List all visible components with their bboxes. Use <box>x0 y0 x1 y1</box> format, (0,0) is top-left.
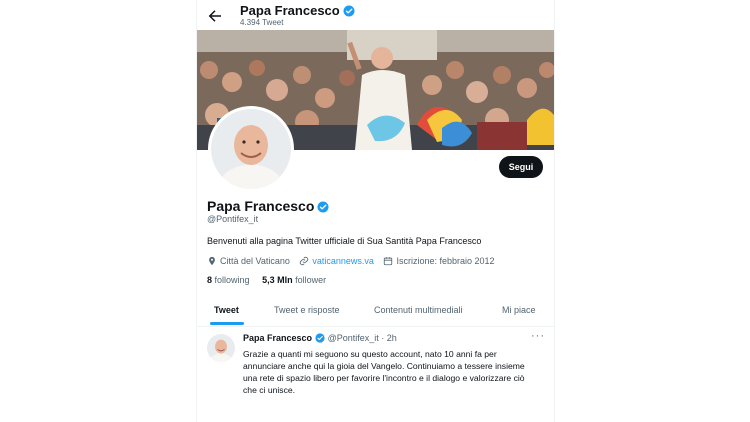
website-link[interactable]: vaticannews.va <box>312 256 374 266</box>
tweet-header: Papa Francesco @Pontifex_it · 2h <box>243 333 397 343</box>
tweet-author-name[interactable]: Papa Francesco <box>243 333 312 343</box>
profile-avatar[interactable] <box>208 106 294 192</box>
website-item[interactable]: vaticannews.va <box>299 256 374 266</box>
calendar-icon <box>384 257 393 266</box>
profile-stats: 8 following 5,3 Mln follower <box>207 275 326 285</box>
avatar-portrait-image <box>211 109 291 189</box>
profile-handle: @Pontifex_it <box>207 214 259 224</box>
tweet-avatar[interactable] <box>207 334 235 362</box>
following-link[interactable]: 8 following <box>207 275 250 285</box>
header-name: Papa Francesco <box>240 3 355 18</box>
profile-column: Papa Francesco 4.394 Tweet Segui Papa Fr… <box>196 0 555 422</box>
followers-link[interactable]: 5,3 Mln follower <box>262 275 326 285</box>
profile-name: Papa Francesco <box>207 198 329 214</box>
tab-tweet[interactable]: Tweet <box>214 305 239 315</box>
more-options-icon[interactable]: ··· <box>531 330 545 342</box>
tab-contenuti-multimediali[interactable]: Contenuti multimediali <box>374 305 463 315</box>
back-arrow-icon[interactable] <box>206 7 224 25</box>
joined-item: Iscrizione: febbraio 2012 <box>383 256 495 266</box>
tab-tweet-e-risposte[interactable]: Tweet e risposte <box>274 305 340 315</box>
verified-badge-icon <box>317 201 329 213</box>
profile-tabs: Tweet Tweet e risposte Contenuti multime… <box>197 296 554 327</box>
location-pin-icon <box>209 256 215 266</box>
profile-bio: Benvenuti alla pagina Twitter ufficiale … <box>207 236 482 246</box>
active-tab-indicator <box>210 322 244 325</box>
tweet-text: Grazie a quanti mi seguono su questo acc… <box>243 349 525 395</box>
verified-badge-icon <box>315 333 325 343</box>
tweet-author-handle: @Pontifex_it <box>327 333 379 343</box>
tweet-time[interactable]: 2h <box>387 333 397 343</box>
verified-badge-icon <box>343 5 355 17</box>
tab-mi-piace[interactable]: Mi piace <box>502 305 536 315</box>
follow-button[interactable]: Segui <box>499 156 543 178</box>
link-icon <box>300 256 309 266</box>
location-item: Città del Vaticano <box>207 256 290 266</box>
tweet-separator: · <box>381 333 385 343</box>
profile-meta: Città del Vaticano vaticannews.va Iscriz… <box>207 256 502 266</box>
tweet-item[interactable]: Papa Francesco @Pontifex_it · 2h ··· Gra… <box>197 327 554 422</box>
header-tweet-count: 4.394 Tweet <box>240 18 284 27</box>
tweet-avatar-image <box>207 334 235 362</box>
